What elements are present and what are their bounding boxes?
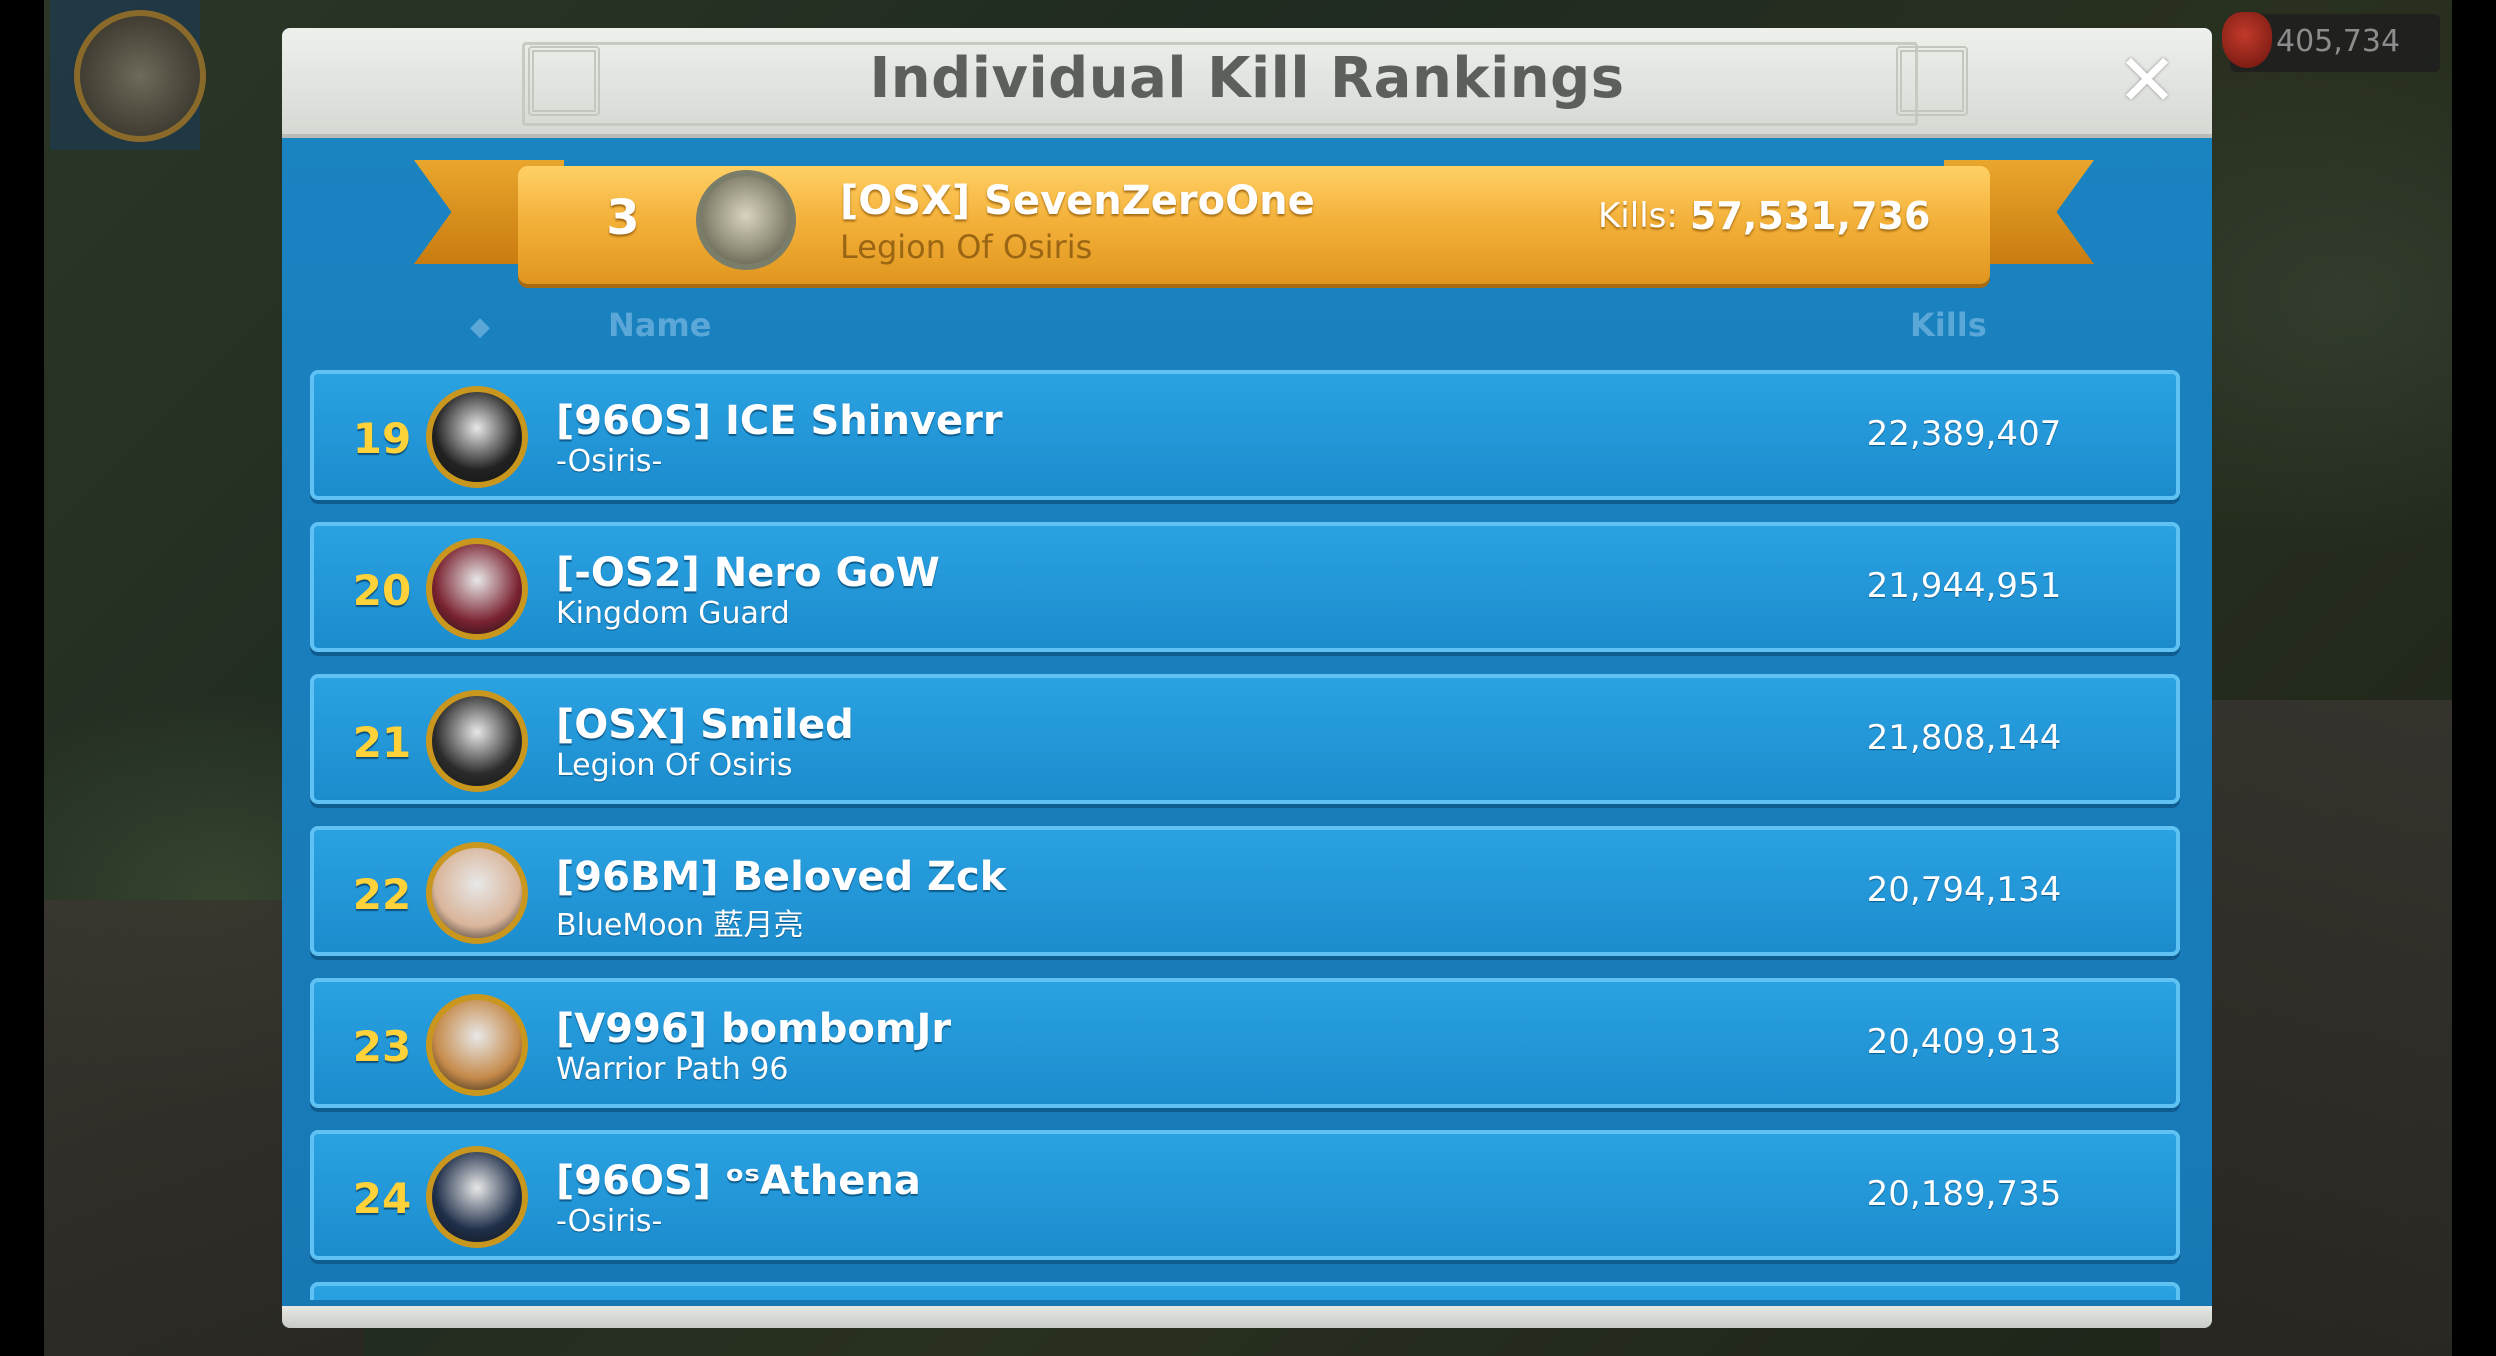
kill-count: 21,808,144 (1866, 718, 2062, 758)
my-kills-value: 57,531,736 (1690, 194, 1931, 238)
kill-count: 20,409,913 (1866, 1022, 2062, 1062)
close-icon: ✕ (2116, 38, 2178, 122)
ranking-row[interactable]: 24 [96OS] ᵒˢAthena -Osiris- 20,189,735 (310, 1130, 2180, 1260)
ranking-row[interactable]: 20 [-OS2] Nero GoW Kingdom Guard 21,944,… (310, 522, 2180, 652)
column-header-rank: ◆ (470, 312, 490, 342)
row-rank: 20 (352, 566, 412, 615)
player-name: [96BM] Beloved Zck (556, 854, 1007, 900)
player-name: [96OS] ᵒˢAthena (556, 1158, 921, 1204)
close-button[interactable]: ✕ (2112, 44, 2182, 118)
resource-icon (2222, 12, 2272, 68)
rankings-list[interactable]: 19 [96OS] ICE Shinverr -Osiris- 22,389,4… (310, 370, 2180, 1300)
alliance-name: -Osiris- (556, 1204, 663, 1239)
column-header-kills: Kills (1910, 306, 1987, 344)
alliance-name: Kingdom Guard (556, 596, 790, 631)
row-rank: 19 (352, 414, 412, 463)
player-avatar[interactable] (426, 386, 528, 488)
my-kills-label: Kills: (1598, 196, 1678, 236)
column-header-name: Name (608, 306, 712, 344)
my-player-name: [OSX] SevenZeroOne (840, 178, 1315, 224)
kill-count: 20,794,134 (1866, 870, 2062, 910)
my-rank-banner[interactable]: 3 [OSX] SevenZeroOne Legion Of Osiris Ki… (518, 166, 1990, 284)
row-rank: 21 (352, 718, 412, 767)
player-name: [96OS] ICE Shinverr (556, 398, 1003, 444)
player-name: [V996] bombomJr (556, 1006, 952, 1052)
my-alliance-name: Legion Of Osiris (840, 228, 1093, 266)
kill-count: 22,389,407 (1866, 414, 2062, 454)
dialog-footer (282, 1306, 2212, 1328)
alliance-name: Legion Of Osiris (556, 748, 793, 783)
row-rank: 24 (352, 1174, 412, 1223)
player-avatar-icon[interactable] (74, 10, 206, 142)
ranking-row[interactable]: 21 [OSX] Smiled Legion Of Osiris 21,808,… (310, 674, 2180, 804)
player-avatar[interactable] (426, 842, 528, 944)
player-avatar[interactable] (426, 538, 528, 640)
my-avatar[interactable] (696, 170, 796, 270)
alliance-name: -Osiris- (556, 444, 663, 479)
player-avatar[interactable] (426, 1146, 528, 1248)
row-rank: 22 (352, 870, 412, 919)
row-rank: 23 (352, 1022, 412, 1071)
player-name: [OSX] Smiled (556, 702, 854, 748)
ranking-row[interactable]: 22 [96BM] Beloved Zck BlueMoon 藍月亮 20,79… (310, 826, 2180, 956)
player-avatar[interactable] (426, 994, 528, 1096)
resource-value: 405,734 (2276, 24, 2401, 59)
kill-count: 20,189,735 (1866, 1174, 2062, 1214)
player-name: [-OS2] Nero GoW (556, 550, 940, 596)
dialog-header: Individual Kill Rankings ✕ (282, 28, 2212, 134)
alliance-name: Warrior Path 96 (556, 1052, 789, 1087)
dialog-title: Individual Kill Rankings (869, 46, 1625, 111)
ranking-row[interactable]: 23 [V996] bombomJr Warrior Path 96 20,40… (310, 978, 2180, 1108)
ranking-row-partial[interactable] (310, 1282, 2180, 1300)
player-avatar[interactable] (426, 690, 528, 792)
kill-count: 21,944,951 (1866, 566, 2062, 606)
alliance-name: BlueMoon 藍月亮 (556, 908, 804, 943)
ranking-row[interactable]: 19 [96OS] ICE Shinverr -Osiris- 22,389,4… (310, 370, 2180, 500)
